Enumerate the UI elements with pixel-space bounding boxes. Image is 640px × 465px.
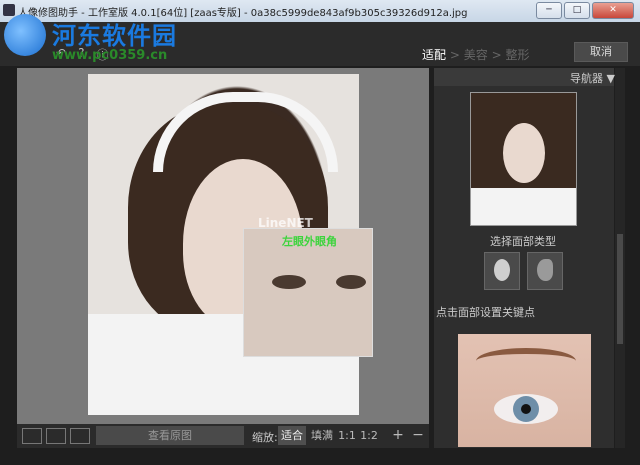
guide-pupil xyxy=(521,404,531,414)
magnifier-loupe: 左眼外眼角 xyxy=(243,228,373,357)
step-beauty[interactable]: 美容 xyxy=(464,48,488,62)
zoom-fit-button[interactable]: 适合 xyxy=(278,426,306,445)
thumbnail-face xyxy=(503,123,545,183)
profile-head-icon xyxy=(537,259,553,281)
step-adapt[interactable]: 适配 xyxy=(422,48,446,62)
watermark: 河东软件园 www.pc0359.cn xyxy=(4,14,234,68)
single-view-icon[interactable] xyxy=(22,428,42,444)
watermark-magnifier-mark: LineNET xyxy=(258,216,313,230)
navigator-thumbnail[interactable] xyxy=(470,92,577,226)
zoom-label: 缩放: xyxy=(252,431,278,444)
stacked-view-icon[interactable] xyxy=(70,428,90,444)
zoom-1to2-button[interactable]: 1:2 xyxy=(360,426,378,445)
cancel-button[interactable]: 取消 xyxy=(574,42,628,62)
zoom-out-button[interactable]: − xyxy=(410,426,426,445)
zoom-fill-button[interactable]: 填满 xyxy=(308,426,336,445)
watermark-url: www.pc0359.cn xyxy=(52,48,168,63)
face-type-profile-button[interactable] xyxy=(527,252,563,290)
close-button[interactable]: ✕ xyxy=(592,2,634,19)
step-separator: > xyxy=(491,48,502,62)
step-separator: > xyxy=(449,48,460,62)
zoom-1to1-button[interactable]: 1:1 xyxy=(338,426,356,445)
keypoint-guide-image xyxy=(458,334,591,447)
maximize-button[interactable]: □ xyxy=(564,2,590,19)
navigator-title[interactable]: 导航器 ▼ xyxy=(570,70,615,86)
face-type-front-button[interactable] xyxy=(484,252,520,290)
workflow-steps: 适配 > 美容 > 整形 xyxy=(422,46,529,63)
minimize-button[interactable]: ─ xyxy=(536,2,562,19)
split-view-icon[interactable] xyxy=(46,428,66,444)
magnified-eye-right xyxy=(336,275,366,289)
step-reshape[interactable]: 整形 xyxy=(505,48,529,62)
zoom-in-button[interactable]: + xyxy=(390,426,406,445)
watermark-title: 河东软件园 xyxy=(52,21,177,50)
front-head-icon xyxy=(494,259,510,281)
keypoint-label: 点击面部设置关键点 xyxy=(436,306,535,319)
face-type-label: 选择面部类型 xyxy=(490,235,556,248)
guide-eyebrow xyxy=(476,348,576,374)
scrollbar-thumb[interactable] xyxy=(617,234,623,344)
layout-toggle-group xyxy=(22,428,90,444)
watermark-logo xyxy=(4,14,46,56)
window-controls: ─ □ ✕ xyxy=(536,2,634,19)
magnified-eye-left xyxy=(272,275,306,289)
view-original-button[interactable]: 查看原图 xyxy=(96,426,244,445)
photo-headband xyxy=(153,92,338,172)
thumbnail-shirt xyxy=(471,188,576,225)
magnifier-point-label: 左眼外眼角 xyxy=(282,235,337,248)
